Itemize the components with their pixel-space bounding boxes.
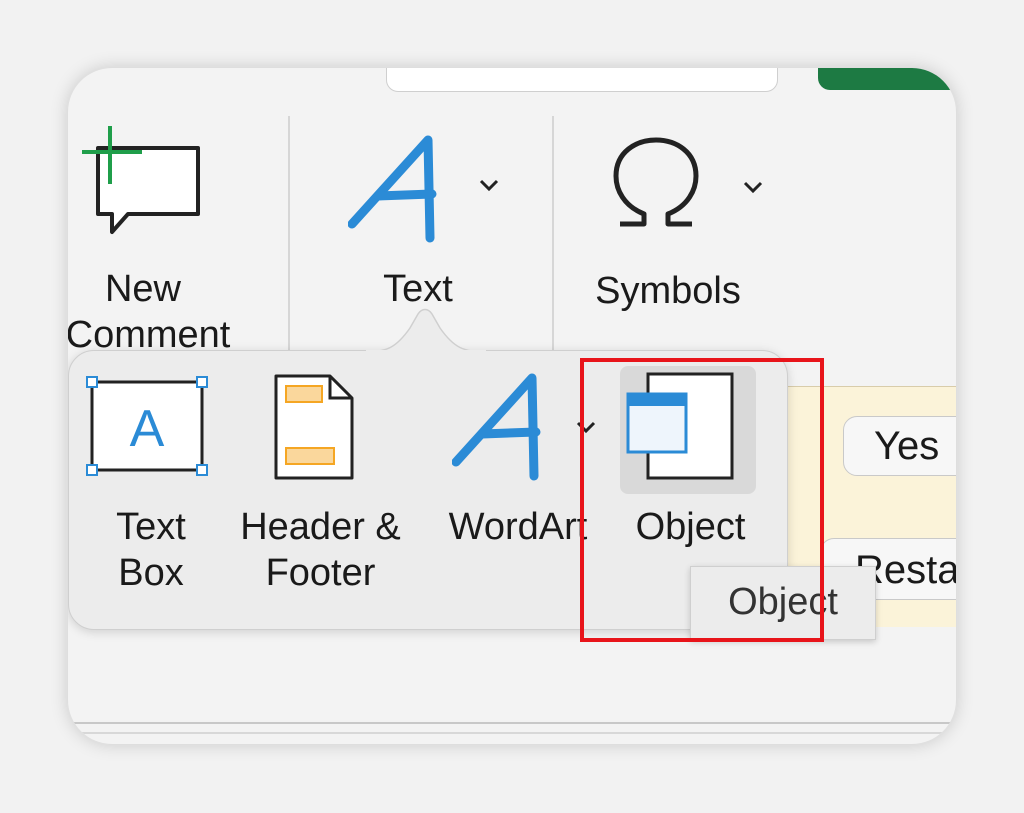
ribbon-separator <box>552 116 554 352</box>
text-box-label-line1: Text <box>116 506 186 548</box>
text-button[interactable]: Text <box>308 118 538 318</box>
text-a-icon <box>348 135 437 243</box>
header-footer-icon <box>274 374 354 480</box>
omega-icon <box>613 137 699 227</box>
chevron-down-icon[interactable] <box>478 178 500 192</box>
wordart-icon <box>452 373 541 481</box>
share-button-partial[interactable] <box>818 68 956 90</box>
chevron-down-icon[interactable] <box>742 180 764 194</box>
ribbon-card: New Comment Text Symbols Yes Resta A Tex… <box>68 68 956 744</box>
symbols-label: Symbols <box>595 270 741 312</box>
bottom-divider <box>68 732 956 734</box>
symbols-button[interactable]: Symbols <box>568 118 808 318</box>
bottom-divider <box>68 722 956 724</box>
svg-text:A: A <box>130 400 165 458</box>
text-box-label-line2: Box <box>118 552 184 594</box>
new-comment-icon <box>82 126 200 234</box>
search-field-partial[interactable] <box>386 68 778 92</box>
yes-button-label: Yes <box>874 424 940 468</box>
text-box-icon: A <box>86 376 208 476</box>
highlight-box <box>580 358 824 642</box>
text-box-item[interactable]: A Text Box <box>76 368 226 598</box>
header-footer-label-line1: Header & <box>240 506 401 548</box>
new-comment-label-line1: New <box>104 268 182 310</box>
new-comment-button[interactable]: New Comment <box>68 118 288 358</box>
wordart-label: WordArt <box>448 506 588 548</box>
ribbon-separator <box>288 116 290 352</box>
dropdown-pointer <box>366 308 486 354</box>
header-footer-item[interactable]: Header & Footer <box>228 368 413 598</box>
header-footer-label-line2: Footer <box>265 552 376 594</box>
yes-button[interactable]: Yes <box>843 416 956 476</box>
